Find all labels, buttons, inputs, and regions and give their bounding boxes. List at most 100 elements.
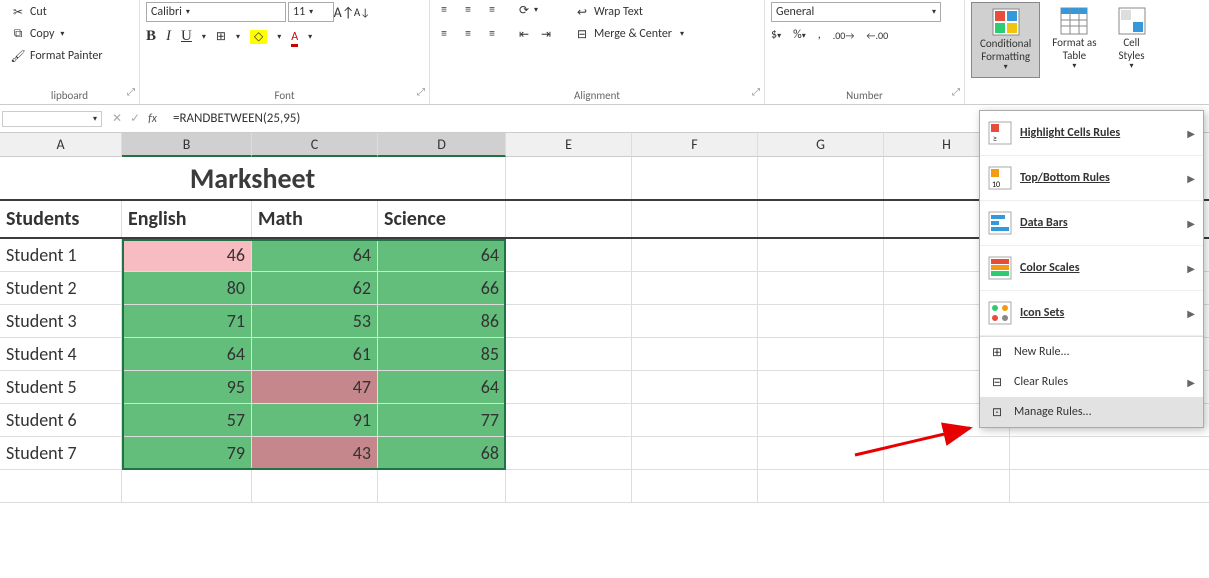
bold-button[interactable]: B [146,28,156,45]
cell[interactable]: 85 [378,338,506,370]
cell[interactable] [632,157,758,199]
fx-icon[interactable]: fx [148,112,157,126]
cell[interactable] [632,201,758,237]
col-header-C[interactable]: C [252,133,378,157]
enter-formula-icon[interactable]: ✓ [130,111,140,126]
cancel-formula-icon[interactable]: ✕ [112,111,122,126]
underline-button[interactable]: U [181,28,192,45]
copy-button[interactable]: ⧉Copy▾ [6,24,107,44]
cf-new-rule[interactable]: ⊞ New Rule... [980,337,1203,367]
cell[interactable] [122,470,252,502]
cf-manage-rules[interactable]: ⊡ Manage Rules... [980,397,1203,427]
cell[interactable] [506,201,632,237]
clipboard-dialog[interactable]: ⤢ [127,85,135,98]
cell[interactable] [758,272,884,304]
cell[interactable]: Student 6 [0,404,122,436]
cell[interactable] [506,404,632,436]
col-header-B[interactable]: B [122,133,252,157]
cell[interactable]: Student 4 [0,338,122,370]
col-header-E[interactable]: E [506,133,632,157]
format-painter-button[interactable]: 🖌Format Painter [6,46,107,66]
align-left-icon[interactable]: ≡ [436,26,452,42]
cell[interactable]: 77 [378,404,506,436]
title-cell[interactable]: Marksheet [0,157,506,199]
cell[interactable]: 91 [252,404,378,436]
header-cell[interactable]: Math [252,201,378,237]
wrap-text-button[interactable]: ↩Wrap Text [570,2,688,22]
cell[interactable]: Student 5 [0,371,122,403]
cell[interactable] [506,305,632,337]
cell[interactable]: 57 [122,404,252,436]
cell[interactable] [506,371,632,403]
cut-button[interactable]: ✂Cut [6,2,107,22]
header-cell[interactable]: English [122,201,252,237]
cell[interactable] [632,404,758,436]
cell[interactable] [378,470,506,502]
cell[interactable] [506,470,632,502]
cell[interactable] [632,338,758,370]
cf-highlight-cells-rules[interactable]: ≥ Highlight Cells Rules ▶ [980,111,1203,156]
italic-button[interactable]: I [166,28,171,45]
cell[interactable] [758,201,884,237]
cell[interactable] [758,470,884,502]
cell[interactable]: 47 [252,371,378,403]
cell[interactable]: 86 [378,305,506,337]
cell[interactable] [632,239,758,271]
align-right-icon[interactable]: ≡ [484,26,500,42]
cell[interactable]: 64 [378,371,506,403]
align-middle-icon[interactable]: ≡ [460,2,476,18]
cell[interactable]: 43 [252,437,378,469]
border-button[interactable]: ⊞ [216,29,226,44]
cell[interactable]: 64 [378,239,506,271]
align-bottom-icon[interactable]: ≡ [484,2,500,18]
cell-styles-button[interactable]: Cell Styles▾ [1109,2,1155,76]
cell[interactable] [252,470,378,502]
cell[interactable]: 80 [122,272,252,304]
number-format-dropdown[interactable]: General▾ [771,2,941,22]
cell[interactable]: 61 [252,338,378,370]
cell[interactable]: 62 [252,272,378,304]
cell[interactable]: 79 [122,437,252,469]
cell[interactable]: 66 [378,272,506,304]
fill-color-button[interactable]: ◇ [250,29,267,44]
header-cell[interactable]: Science [378,201,506,237]
number-dialog[interactable]: ⤢ [952,85,960,98]
orientation-icon[interactable]: ⟳ [516,2,532,18]
col-header-F[interactable]: F [632,133,758,157]
cell[interactable]: 46 [122,239,252,271]
alignment-dialog[interactable]: ⤢ [752,85,760,98]
percent-button[interactable]: %▾ [793,28,806,42]
cell[interactable] [758,239,884,271]
decrease-decimal-button[interactable]: ←.00 [866,29,888,42]
align-center-icon[interactable]: ≡ [460,26,476,42]
cell[interactable]: 68 [378,437,506,469]
cell[interactable]: Student 7 [0,437,122,469]
cell[interactable]: 64 [122,338,252,370]
cell[interactable] [632,437,758,469]
cf-data-bars[interactable]: Data Bars ▶ [980,201,1203,246]
cell[interactable] [758,371,884,403]
cell[interactable] [506,272,632,304]
format-as-table-button[interactable]: Format as Table▾ [1044,2,1104,76]
cf-icon-sets[interactable]: Icon Sets ▶ [980,291,1203,336]
col-header-A[interactable]: A [0,133,122,157]
cell[interactable]: 64 [252,239,378,271]
increase-font-icon[interactable]: A↑ [336,4,352,20]
increase-decimal-button[interactable]: .00→ [833,29,855,42]
cf-top-bottom-rules[interactable]: 10 Top/Bottom Rules ▶ [980,156,1203,201]
comma-button[interactable]: , [818,28,821,42]
align-top-icon[interactable]: ≡ [436,2,452,18]
cell[interactable] [506,239,632,271]
decrease-font-icon[interactable]: A↓ [354,4,370,20]
cell[interactable] [632,305,758,337]
cell[interactable]: Student 1 [0,239,122,271]
font-name-dropdown[interactable]: Calibri▾ [146,2,286,22]
merge-center-button[interactable]: ⊟Merge & Center▾ [570,24,688,44]
cell[interactable] [758,305,884,337]
cf-color-scales[interactable]: Color Scales ▶ [980,246,1203,291]
font-color-button[interactable]: A [291,30,298,44]
accounting-button[interactable]: $▾ [771,28,781,42]
name-box[interactable]: ▾ [2,111,102,127]
cf-clear-rules[interactable]: ⊟ Clear Rules ▶ [980,367,1203,397]
col-header-D[interactable]: D [378,133,506,157]
